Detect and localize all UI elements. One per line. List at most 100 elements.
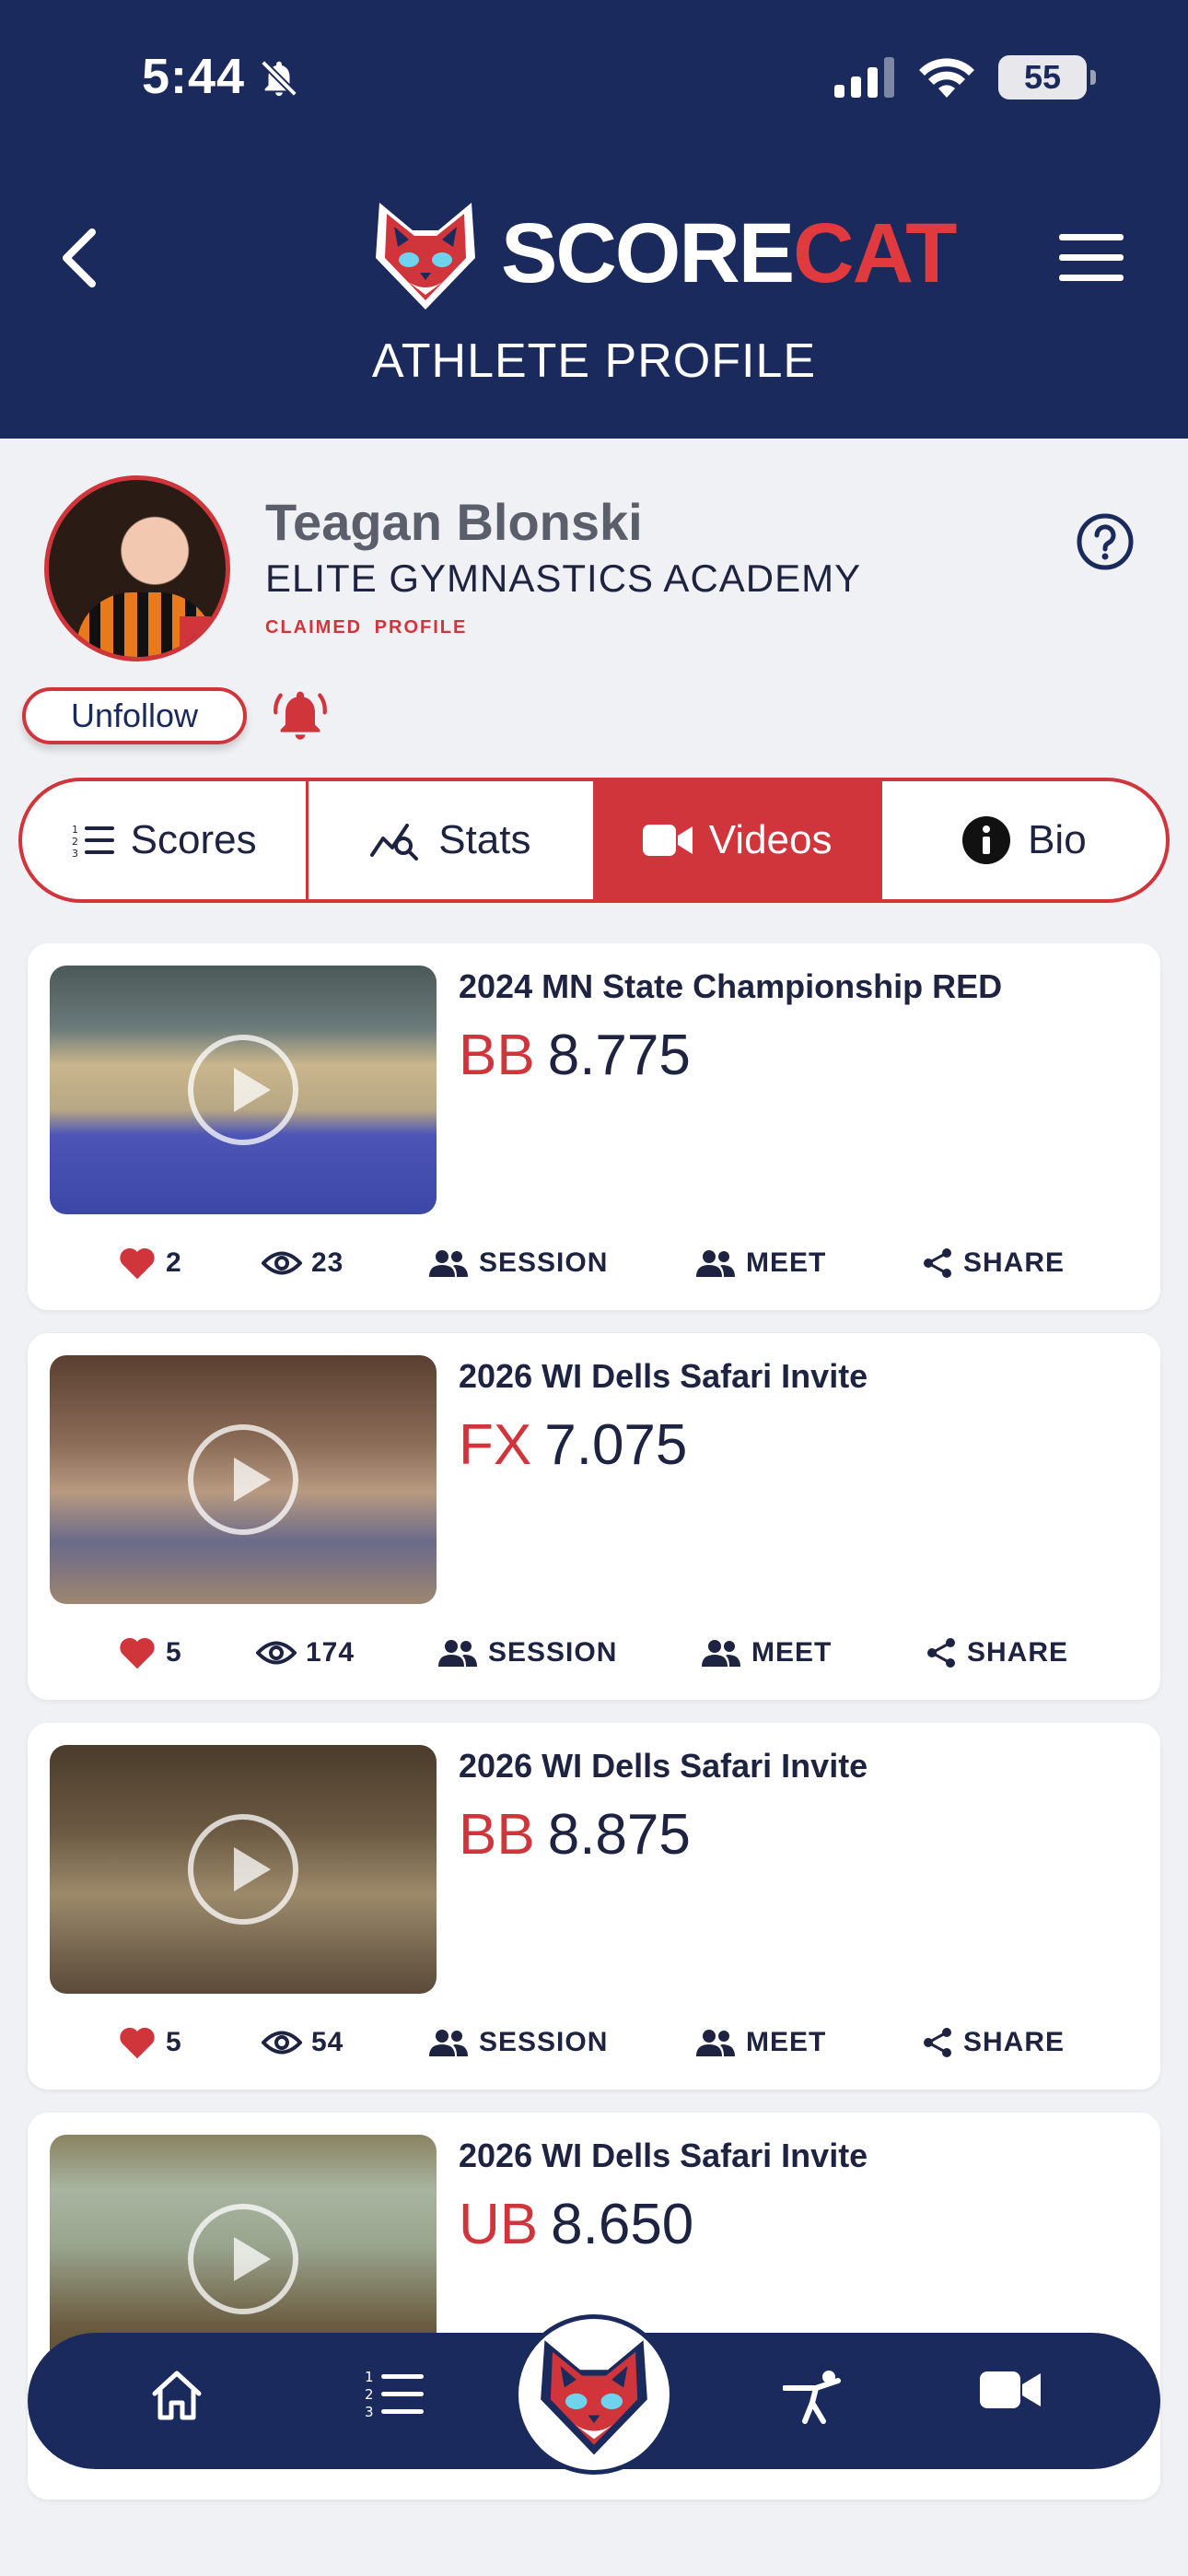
score-value: 8.875 xyxy=(547,1803,691,1867)
svg-text:3: 3 xyxy=(72,848,78,859)
meet-label: MEET xyxy=(746,2027,827,2057)
share-label: SHARE xyxy=(967,1637,1069,1668)
tab-stats-label: Stats xyxy=(438,817,531,862)
like-count: 5 xyxy=(166,1637,182,1668)
view-count-value: 54 xyxy=(311,2027,344,2057)
view-count: 54 xyxy=(262,2020,344,2066)
video-title: 2026 WI Dells Safari Invite xyxy=(459,1747,868,1785)
tab-stats[interactable]: Stats xyxy=(309,781,596,899)
tab-videos[interactable]: Videos xyxy=(595,781,882,899)
claimed-profile-badge: CLAIMED PROFILE xyxy=(265,617,468,638)
view-count: 23 xyxy=(262,1240,344,1286)
back-chevron-icon[interactable] xyxy=(52,221,107,295)
video-card[interactable]: 2024 MN State Championship RED BB 8.775 2… xyxy=(28,943,1160,1310)
like-count: 5 xyxy=(166,2027,182,2057)
video-score: FX 7.075 xyxy=(459,1412,687,1478)
video-score: BB 8.775 xyxy=(459,1023,691,1088)
event-code: BB xyxy=(459,1024,535,1087)
video-score: BB 8.875 xyxy=(459,1802,691,1868)
header: 5:44 55 SCORECAT ATHLETE PROFILE xyxy=(0,0,1188,439)
play-icon[interactable] xyxy=(188,2204,298,2314)
score-value: 8.775 xyxy=(547,1024,691,1087)
session-label: SESSION xyxy=(479,1247,609,1278)
tab-bio[interactable]: Bio xyxy=(882,781,1166,899)
heart-icon xyxy=(120,1637,155,1669)
home-icon[interactable] xyxy=(149,2368,204,2423)
app-root: 5:44 55 SCORECAT ATHLETE PROFILE Teagan … xyxy=(0,0,1188,2576)
tab-scores[interactable]: 1 2 3 Scores xyxy=(22,781,309,899)
share-label: SHARE xyxy=(963,1247,1066,1278)
meet-button[interactable]: MEET xyxy=(700,1630,832,1676)
share-icon xyxy=(927,1638,955,1668)
session-button[interactable]: SESSION xyxy=(427,2020,608,2066)
video-card[interactable]: 2026 WI Dells Safari Invite BB 8.875 5 54… xyxy=(28,1723,1160,2090)
brand-cat-text: CAT xyxy=(793,206,957,300)
session-button[interactable]: SESSION xyxy=(437,1630,617,1676)
share-button[interactable]: SHARE xyxy=(923,2020,1065,2066)
video-actions: 2 23 SESSION MEET SHARE xyxy=(28,1240,1160,1286)
people-icon xyxy=(438,1640,477,1667)
people-icon xyxy=(429,2030,468,2056)
video-score: UB 8.650 xyxy=(459,2192,693,2257)
numbered-list-icon[interactable]: 1 2 3 xyxy=(365,2368,424,2419)
like-button[interactable]: 2 xyxy=(118,1240,182,1286)
svg-text:2: 2 xyxy=(365,2386,374,2403)
status-icons: 55 xyxy=(834,55,1096,100)
chart-search-icon xyxy=(370,824,419,861)
athlete-name: Teagan Blonski xyxy=(265,493,643,551)
video-camera-icon[interactable] xyxy=(980,2368,1041,2412)
tab-scores-label: Scores xyxy=(130,817,257,862)
battery-indicator: 55 xyxy=(998,55,1096,100)
video-thumbnail[interactable] xyxy=(50,1745,437,1994)
gymnast-icon[interactable] xyxy=(783,2368,847,2425)
video-title: 2026 WI Dells Safari Invite xyxy=(459,2137,868,2174)
meet-button[interactable]: MEET xyxy=(694,2020,826,2066)
people-icon xyxy=(429,1250,468,1277)
video-actions: 5 174 SESSION MEET SHARE xyxy=(28,1630,1160,1676)
numbered-list-icon: 1 2 3 xyxy=(72,824,114,859)
heart-icon xyxy=(120,2027,155,2059)
like-button[interactable]: 5 xyxy=(118,1630,182,1676)
people-icon xyxy=(696,1250,735,1277)
video-camera-icon xyxy=(642,825,693,856)
tab-videos-label: Videos xyxy=(708,817,833,862)
video-actions: 5 54 SESSION MEET SHARE xyxy=(28,2020,1160,2066)
scorecat-home-logo-button[interactable] xyxy=(514,2314,674,2475)
score-value: 7.075 xyxy=(544,1413,688,1477)
score-value: 8.650 xyxy=(551,2193,694,2256)
play-icon[interactable] xyxy=(188,1814,298,1925)
share-button[interactable]: SHARE xyxy=(926,1630,1068,1676)
page-title: ATHLETE PROFILE xyxy=(371,334,817,388)
tab-bio-label: Bio xyxy=(1028,817,1087,862)
eye-icon xyxy=(262,1251,302,1275)
share-button[interactable]: SHARE xyxy=(923,1240,1065,1286)
video-title: 2026 WI Dells Safari Invite xyxy=(459,1357,868,1395)
like-count: 2 xyxy=(166,1247,182,1278)
brand-logo: SCORECAT xyxy=(361,193,957,313)
athlete-avatar[interactable] xyxy=(44,475,230,662)
video-card[interactable]: 2026 WI Dells Safari Invite FX 7.075 5 17… xyxy=(28,1333,1160,1700)
hamburger-menu-icon[interactable] xyxy=(1059,232,1124,284)
bottom-navigation: 1 2 3 xyxy=(28,2314,1160,2475)
view-count-value: 23 xyxy=(311,1247,344,1278)
session-button[interactable]: SESSION xyxy=(427,1240,608,1286)
meet-label: MEET xyxy=(751,1637,833,1668)
unfollow-button[interactable]: Unfollow xyxy=(22,687,247,744)
status-time: 5:44 xyxy=(142,49,246,104)
eye-icon xyxy=(262,2031,302,2055)
like-button[interactable]: 5 xyxy=(118,2020,182,2066)
notification-bell-icon[interactable] xyxy=(271,685,330,744)
wifi-icon xyxy=(919,58,974,98)
video-title: 2024 MN State Championship RED xyxy=(459,967,1003,1005)
info-icon xyxy=(962,816,1011,864)
heart-icon xyxy=(120,1247,155,1280)
meet-label: MEET xyxy=(746,1247,827,1278)
video-thumbnail[interactable] xyxy=(50,1355,437,1604)
people-icon xyxy=(696,2030,735,2056)
video-thumbnail[interactable] xyxy=(50,966,437,1214)
meet-button[interactable]: MEET xyxy=(694,1240,826,1286)
help-question-icon[interactable] xyxy=(1076,512,1135,571)
play-icon[interactable] xyxy=(188,1035,298,1145)
svg-text:1: 1 xyxy=(365,2369,374,2385)
play-icon[interactable] xyxy=(188,1424,298,1535)
